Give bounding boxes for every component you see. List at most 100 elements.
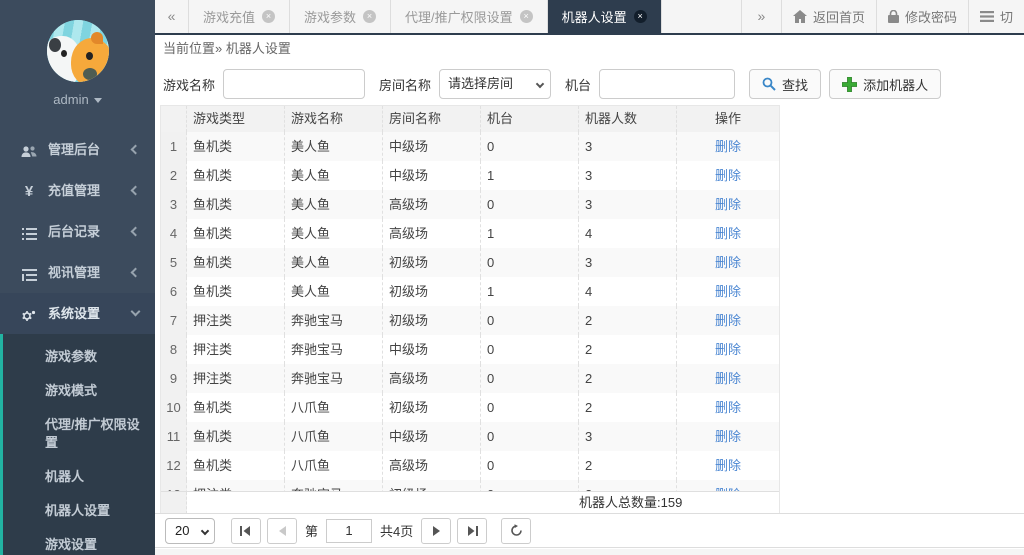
- submenu-item-game-mode[interactable]: 游戏模式: [3, 374, 155, 408]
- table-cell: 押注类: [187, 364, 285, 393]
- refresh-icon: [510, 524, 522, 536]
- table-cell: 2: [579, 451, 677, 480]
- table-cell: 0: [481, 422, 579, 451]
- room-select[interactable]: 请选择房间: [439, 69, 552, 99]
- header-right: » 返回首页 修改密码 切: [740, 0, 1024, 33]
- column-header: [161, 106, 187, 132]
- submenu-item-robot[interactable]: 机器人: [3, 460, 155, 494]
- table-body-scroll-area[interactable]: 1 鱼机类 美人鱼 中级场 0 3 删除 2 鱼机类 美人鱼 中级场 1 3 删除 3 鱼机类 美人鱼 高级场 0 3…: [161, 132, 779, 491]
- table-cell: 中级场: [383, 161, 481, 190]
- row-index: 1: [161, 132, 187, 161]
- switch-link[interactable]: 切: [967, 0, 1024, 33]
- sidebar-item-system-settings[interactable]: 系统设置: [0, 293, 155, 334]
- caret-down-icon: [200, 526, 210, 535]
- submenu-item-game-settings[interactable]: 游戏设置: [3, 528, 155, 555]
- caret-down-icon: [93, 98, 102, 104]
- table-row: 2 鱼机类 美人鱼 中级场 1 3 删除: [161, 161, 779, 190]
- row-index: 12: [161, 451, 187, 480]
- table-cell: 初级场: [383, 248, 481, 277]
- table-cell: 0: [481, 393, 579, 422]
- tab-label: 机器人设置: [561, 10, 627, 25]
- column-header: 机器人数: [579, 106, 677, 132]
- prev-page-button[interactable]: [267, 517, 297, 544]
- submenu-item-game-params[interactable]: 游戏参数: [3, 340, 155, 374]
- delete-link[interactable]: 删除: [715, 197, 741, 212]
- table-cell: 奔驰宝马: [285, 335, 383, 364]
- first-page-button[interactable]: [231, 517, 261, 544]
- user-menu[interactable]: admin: [0, 92, 155, 107]
- close-tab-icon[interactable]: ×: [519, 10, 533, 23]
- page-input[interactable]: [326, 518, 373, 543]
- close-tab-icon[interactable]: ×: [633, 10, 647, 23]
- delete-link[interactable]: 删除: [715, 342, 741, 357]
- table-cell: 美人鱼: [285, 277, 383, 306]
- breadcrumb: 当前位置» 机器人设置: [155, 35, 1024, 63]
- avatar-eye: [60, 50, 67, 57]
- refresh-button[interactable]: [501, 517, 532, 544]
- game-name-label: 游戏名称: [163, 77, 216, 93]
- tab-agent-permissions[interactable]: 代理/推广权限设置 ×: [391, 0, 548, 33]
- table-cell: 0: [481, 364, 579, 393]
- delete-link[interactable]: 删除: [715, 487, 741, 491]
- delete-link[interactable]: 删除: [715, 313, 741, 328]
- tab-scroll-left-button[interactable]: «: [155, 0, 189, 33]
- sidebar-item-recharge[interactable]: ¥ 充值管理: [0, 170, 155, 211]
- delete-link[interactable]: 删除: [715, 226, 741, 241]
- sidebar-item-admin[interactable]: 管理后台: [0, 129, 155, 170]
- submenu-item-robot-settings[interactable]: 机器人设置: [3, 494, 155, 528]
- table-cell: 押注类: [187, 306, 285, 335]
- page-size-select[interactable]: 20: [165, 517, 215, 544]
- search-button[interactable]: 查找: [749, 69, 822, 99]
- table-cell: 八爪鱼: [285, 422, 383, 451]
- table-row: 1 鱼机类 美人鱼 中级场 0 3 删除: [161, 132, 779, 161]
- delete-link[interactable]: 删除: [715, 400, 741, 415]
- table-cell: 1: [481, 161, 579, 190]
- table-row: 7 押注类 奔驰宝马 初级场 0 2 删除: [161, 306, 779, 335]
- row-index: 4: [161, 219, 187, 248]
- last-page-button[interactable]: [457, 517, 488, 544]
- delete-link[interactable]: 删除: [715, 284, 741, 299]
- sidebar-item-label: 管理后台: [48, 142, 101, 157]
- close-tab-icon[interactable]: ×: [262, 10, 276, 23]
- table-cell: 1: [481, 219, 579, 248]
- tab-game-recharge[interactable]: 游戏充值 ×: [189, 0, 291, 33]
- sidebar-item-video[interactable]: 视讯管理: [0, 252, 155, 293]
- back-home-link[interactable]: 返回首页: [780, 0, 876, 33]
- delete-link[interactable]: 删除: [715, 371, 741, 386]
- delete-link[interactable]: 删除: [715, 458, 741, 473]
- breadcrumb-separator: »: [215, 41, 223, 56]
- tab-robot-settings[interactable]: 机器人设置 ×: [547, 0, 662, 33]
- tab-scroll-right-button[interactable]: »: [740, 0, 781, 33]
- table-row: 9 押注类 奔驰宝马 高级场 0 2 删除: [161, 364, 779, 393]
- submenu-item-agent-permissions[interactable]: 代理/推广权限设置: [3, 408, 153, 460]
- delete-link[interactable]: 删除: [715, 139, 741, 154]
- robots-table: 游戏类型 游戏名称 房间名称 机台 机器人数 操作 1 鱼机类 美人鱼 中级场 0 3 删除 2 鱼机类美…: [160, 105, 780, 515]
- row-index: 8: [161, 335, 187, 364]
- action-cell: 删除: [677, 277, 779, 306]
- avatar[interactable]: [46, 20, 109, 82]
- table-row: 11 鱼机类 八爪鱼 中级场 0 3 删除: [161, 422, 779, 451]
- summary-index-cell: [161, 492, 187, 514]
- table-row: 13押注类奔驰宝马初级场02 删除: [161, 480, 779, 491]
- row-index: 2: [161, 161, 187, 190]
- delete-link[interactable]: 删除: [715, 429, 741, 444]
- table-cell: 中级场: [383, 132, 481, 161]
- last-page-icon: [468, 525, 479, 536]
- delete-link[interactable]: 删除: [715, 168, 741, 183]
- add-robot-button[interactable]: 添加机器人: [829, 69, 942, 99]
- table-cell: 0: [481, 335, 579, 364]
- sidebar-item-records[interactable]: 后台记录: [0, 211, 155, 252]
- app-window: admin 管理后台 ¥ 充值管理 后台记录 视讯管理 系统设置 游戏参数 游戏…: [0, 0, 1024, 555]
- first-page-icon: [240, 525, 250, 536]
- next-page-button[interactable]: [421, 517, 452, 544]
- table-cell: 鱼机类: [187, 277, 285, 306]
- next-page-icon: [432, 525, 440, 536]
- change-password-link[interactable]: 修改密码: [875, 0, 968, 33]
- action-cell: 删除: [677, 422, 779, 451]
- close-tab-icon[interactable]: ×: [363, 10, 377, 23]
- total-pages-label: 共4页: [380, 524, 414, 539]
- game-name-input[interactable]: [223, 69, 366, 99]
- machine-input[interactable]: [599, 69, 736, 99]
- tab-game-params[interactable]: 游戏参数 ×: [290, 0, 392, 33]
- delete-link[interactable]: 删除: [715, 255, 741, 270]
